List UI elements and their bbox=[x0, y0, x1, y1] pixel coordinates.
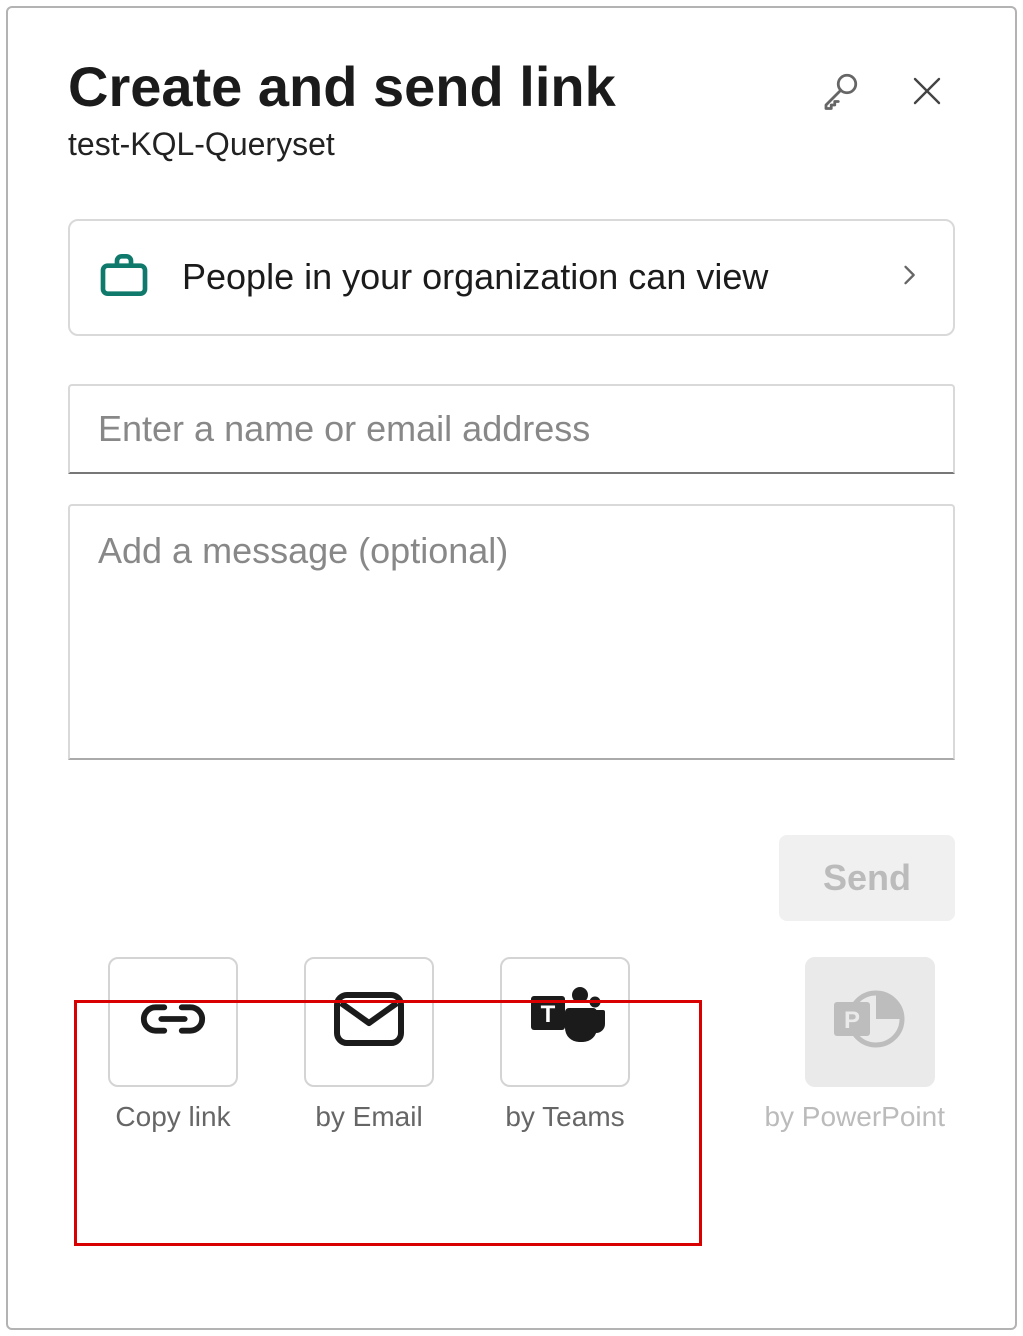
email-option[interactable]: by Email bbox=[304, 957, 434, 1133]
copy-link-tile bbox=[108, 957, 238, 1087]
dialog-header: Create and send link test-KQL-Queryset bbox=[68, 56, 955, 163]
message-input[interactable] bbox=[68, 504, 955, 760]
svg-text:T: T bbox=[541, 1001, 556, 1028]
title-block: Create and send link test-KQL-Queryset bbox=[68, 56, 815, 163]
share-dialog: Create and send link test-KQL-Queryset bbox=[6, 6, 1017, 1330]
briefcase-icon bbox=[96, 247, 152, 308]
powerpoint-label: by PowerPoint bbox=[764, 1101, 945, 1133]
permission-text: People in your organization can view bbox=[182, 250, 865, 304]
powerpoint-tile: P bbox=[805, 957, 935, 1087]
share-options: Copy link by Email bbox=[68, 957, 955, 1133]
mail-icon bbox=[333, 991, 405, 1052]
link-settings-button[interactable]: People in your organization can view bbox=[68, 219, 955, 336]
link-icon bbox=[138, 994, 208, 1049]
close-button[interactable] bbox=[905, 69, 949, 116]
send-row: Send bbox=[68, 835, 955, 921]
copy-link-label: Copy link bbox=[115, 1101, 230, 1133]
svg-text:P: P bbox=[844, 1007, 860, 1034]
send-button[interactable]: Send bbox=[779, 835, 955, 921]
teams-icon: T bbox=[523, 982, 607, 1061]
header-actions bbox=[815, 66, 949, 119]
email-label: by Email bbox=[315, 1101, 422, 1133]
powerpoint-option[interactable]: P by PowerPoint bbox=[794, 957, 945, 1133]
teams-tile: T bbox=[500, 957, 630, 1087]
close-icon bbox=[909, 97, 945, 112]
teams-option[interactable]: T by Teams bbox=[500, 957, 630, 1133]
email-tile bbox=[304, 957, 434, 1087]
permissions-button[interactable] bbox=[815, 66, 865, 119]
recipient-input[interactable] bbox=[68, 384, 955, 474]
dialog-title: Create and send link bbox=[68, 56, 815, 118]
teams-label: by Teams bbox=[505, 1101, 624, 1133]
copy-link-option[interactable]: Copy link bbox=[108, 957, 238, 1133]
chevron-right-icon bbox=[895, 261, 923, 294]
dialog-subtitle: test-KQL-Queryset bbox=[68, 126, 815, 163]
key-icon bbox=[819, 100, 861, 115]
powerpoint-icon: P bbox=[828, 982, 912, 1061]
